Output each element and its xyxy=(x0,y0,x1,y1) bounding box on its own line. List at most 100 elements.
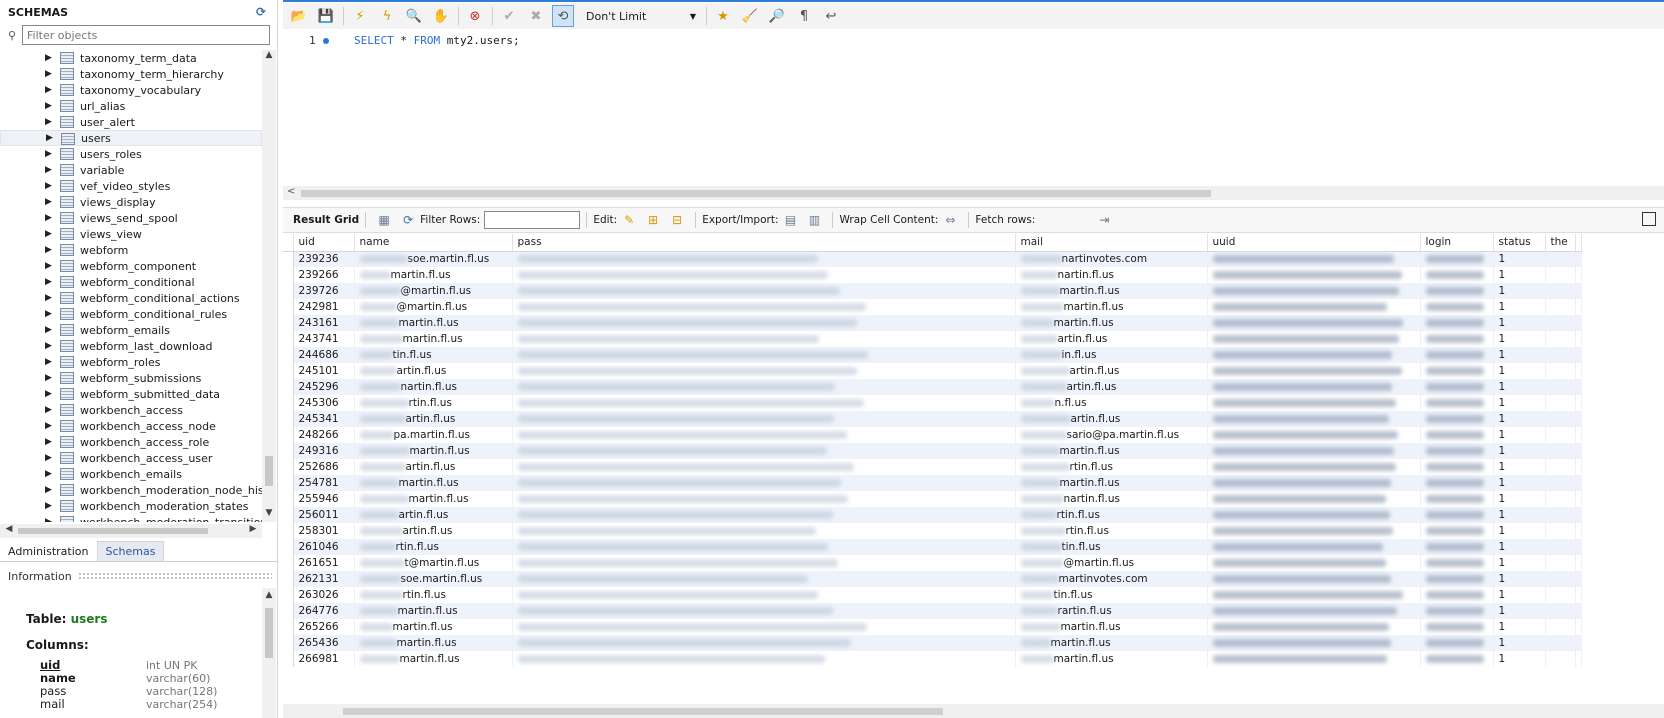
cell-login[interactable] xyxy=(1420,555,1494,571)
cell-pass[interactable] xyxy=(512,299,1016,315)
tree-item[interactable]: ▶ variable xyxy=(0,162,262,178)
expand-arrow-icon[interactable]: ▶ xyxy=(45,517,55,522)
cell-uuid[interactable] xyxy=(1207,315,1421,331)
grid-icon[interactable]: ▦ xyxy=(375,212,393,228)
cell-theme[interactable] xyxy=(1545,555,1576,571)
cell-status[interactable]: 1 xyxy=(1493,635,1546,651)
scroll-thumb[interactable] xyxy=(343,708,943,715)
cell-status[interactable]: 1 xyxy=(1493,555,1546,571)
cell-uid[interactable]: 239266 xyxy=(293,267,355,283)
cell-theme[interactable] xyxy=(1545,251,1576,267)
cell-mail[interactable]: martin.fl.us xyxy=(1015,283,1208,299)
cell-status[interactable]: 1 xyxy=(1493,251,1546,267)
cell-name[interactable]: martin.fl.us xyxy=(354,491,513,507)
cell-login[interactable] xyxy=(1420,523,1494,539)
cell-mail[interactable]: martin.fl.us xyxy=(1015,475,1208,491)
table-row[interactable]: 248266 pa.martin.fl.us sario@pa.martin.fl.… xyxy=(283,427,1582,443)
sql-editor[interactable]: 1 SELECT * FROM mty2.users; xyxy=(283,30,1664,188)
cell-status[interactable]: 1 xyxy=(1493,283,1546,299)
cell-mail[interactable]: nartinvotes.com xyxy=(1015,251,1208,267)
row-header[interactable] xyxy=(283,395,294,411)
cell-uid[interactable]: 266981 xyxy=(293,651,355,667)
cell-status[interactable]: 1 xyxy=(1493,539,1546,555)
cell-login[interactable] xyxy=(1420,443,1494,459)
table-row[interactable]: 263026 rtin.fl.us tin.fl.us 1 xyxy=(283,587,1582,603)
cell-uuid[interactable] xyxy=(1207,571,1421,587)
tree-item[interactable]: ▶ workbench_access_node xyxy=(0,418,262,434)
cell-mail[interactable]: nartin.fl.us xyxy=(1015,491,1208,507)
cell-name[interactable]: @martin.fl.us xyxy=(354,283,513,299)
scroll-down-icon[interactable]: ▼ xyxy=(262,508,276,522)
row-header[interactable] xyxy=(283,411,294,427)
tree-item[interactable]: ▶ views_view xyxy=(0,226,262,242)
cell-pass[interactable] xyxy=(512,411,1016,427)
cell-uid[interactable]: 263026 xyxy=(293,587,355,603)
table-row[interactable]: 244686 tin.fl.us in.fl.us 1 xyxy=(283,347,1582,363)
autocommit-icon[interactable]: ⟲ xyxy=(552,5,574,27)
cell-login[interactable] xyxy=(1420,651,1494,667)
expand-arrow-icon[interactable]: ▶ xyxy=(45,485,55,495)
expand-arrow-icon[interactable]: ▶ xyxy=(45,405,55,415)
execute-icon[interactable]: ⚡ xyxy=(349,5,371,27)
cell-uid[interactable]: 245306 xyxy=(293,395,355,411)
cell-pass[interactable] xyxy=(512,251,1016,267)
grid-horizontal-scrollbar[interactable] xyxy=(283,704,1664,718)
wrap-lines-icon[interactable]: ↩ xyxy=(820,5,842,27)
cell-mail[interactable]: in.fl.us xyxy=(1015,347,1208,363)
filter-rows-input[interactable] xyxy=(484,211,581,229)
row-header[interactable] xyxy=(283,315,294,331)
tree-item[interactable]: ▶ users_roles xyxy=(0,146,262,162)
cell-pass[interactable] xyxy=(512,475,1016,491)
expand-arrow-icon[interactable]: ▶ xyxy=(45,421,55,431)
cell-name[interactable]: artin.fl.us xyxy=(354,523,513,539)
cell-mail[interactable]: n.fl.us xyxy=(1015,395,1208,411)
cell-name[interactable]: martin.fl.us xyxy=(354,443,513,459)
expand-arrow-icon[interactable]: ▶ xyxy=(45,309,55,319)
row-header[interactable] xyxy=(283,363,294,379)
expand-arrow-icon[interactable]: ▶ xyxy=(46,133,56,143)
cell-name[interactable]: tin.fl.us xyxy=(354,347,513,363)
cell-status[interactable]: 1 xyxy=(1493,411,1546,427)
expand-arrow-icon[interactable]: ▶ xyxy=(45,389,55,399)
cell-pass[interactable] xyxy=(512,523,1016,539)
cell-theme[interactable] xyxy=(1545,507,1576,523)
cell-name[interactable]: martin.fl.us xyxy=(354,475,513,491)
tree-item[interactable]: ▶ views_send_spool xyxy=(0,210,262,226)
cell-mail[interactable]: martin.fl.us xyxy=(1015,619,1208,635)
cell-theme[interactable] xyxy=(1545,587,1576,603)
cell-uid[interactable]: 245296 xyxy=(293,379,355,395)
cell-uuid[interactable] xyxy=(1207,459,1421,475)
commit-icon[interactable]: ✔ xyxy=(498,5,520,27)
row-header[interactable] xyxy=(283,251,294,267)
tab-administration[interactable]: Administration xyxy=(0,541,97,561)
table-row[interactable]: 261046 rtin.fl.us tin.fl.us 1 xyxy=(283,539,1582,555)
import-icon[interactable]: ▥ xyxy=(805,212,823,228)
cell-theme[interactable] xyxy=(1545,411,1576,427)
cell-theme[interactable] xyxy=(1545,475,1576,491)
tree-item[interactable]: ▶ webform_conditional xyxy=(0,274,262,290)
cell-login[interactable] xyxy=(1420,315,1494,331)
cell-uid[interactable]: 244686 xyxy=(293,347,355,363)
refresh-icon[interactable]: ⟳ xyxy=(399,212,417,228)
scroll-left-icon[interactable]: ◀ xyxy=(2,524,16,538)
row-header[interactable] xyxy=(283,635,294,651)
cell-uid[interactable]: 258301 xyxy=(293,523,355,539)
expand-arrow-icon[interactable]: ▶ xyxy=(45,357,55,367)
cell-uuid[interactable] xyxy=(1207,251,1421,267)
expand-arrow-icon[interactable]: ▶ xyxy=(45,501,55,511)
cell-uid[interactable]: 239726 xyxy=(293,283,355,299)
column-header[interactable]: mail xyxy=(1015,234,1208,252)
row-header[interactable] xyxy=(283,427,294,443)
expand-arrow-icon[interactable]: ▶ xyxy=(45,453,55,463)
scroll-up-icon[interactable]: ▲ xyxy=(262,590,276,600)
row-header[interactable] xyxy=(283,491,294,507)
expand-arrow-icon[interactable]: ▶ xyxy=(45,117,55,127)
scroll-thumb[interactable] xyxy=(265,456,273,486)
cell-uid[interactable]: 255946 xyxy=(293,491,355,507)
delete-row-icon[interactable]: ⊟ xyxy=(668,212,686,228)
cell-theme[interactable] xyxy=(1545,603,1576,619)
tab-schemas[interactable]: Schemas xyxy=(96,541,165,561)
explain-icon[interactable]: 🔍 xyxy=(403,5,425,27)
cell-uuid[interactable] xyxy=(1207,395,1421,411)
cell-name[interactable]: martin.fl.us xyxy=(354,651,513,667)
